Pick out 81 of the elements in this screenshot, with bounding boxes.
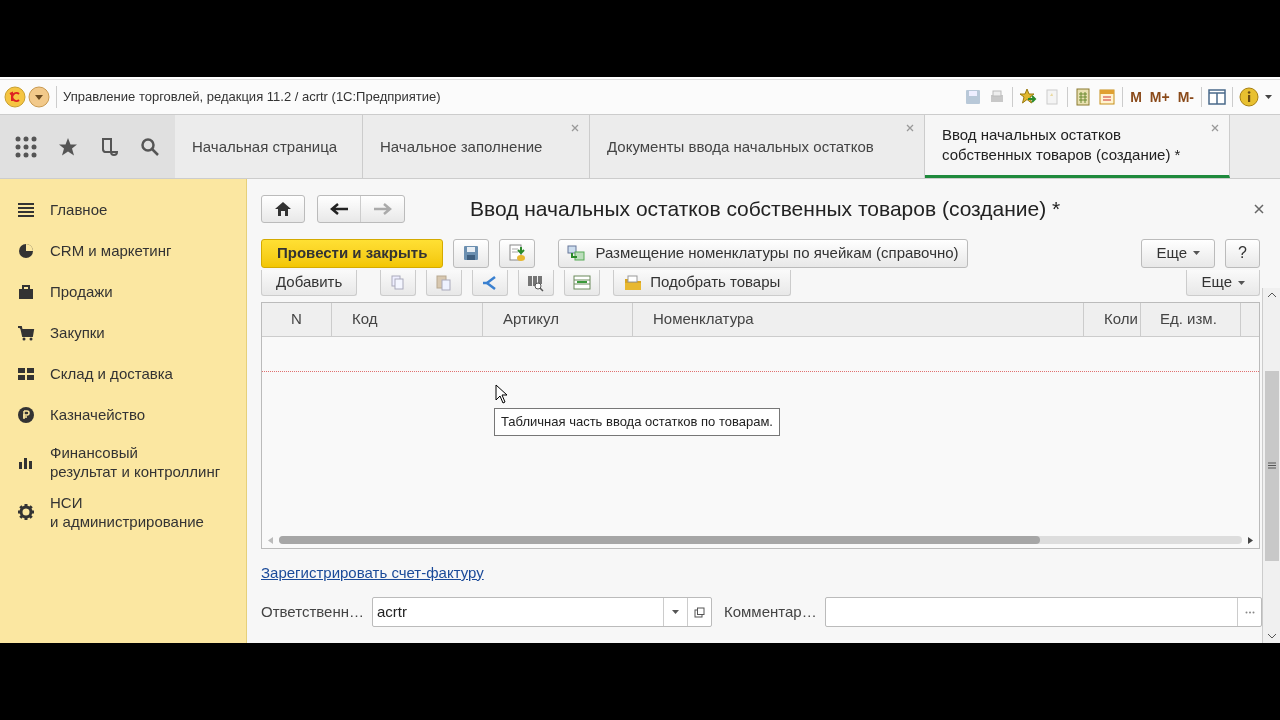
sidebar-item[interactable]: НСИ и администрирование — [50, 493, 204, 531]
ellipsis-icon[interactable] — [1244, 610, 1255, 614]
save-button[interactable] — [453, 238, 490, 268]
comment-field[interactable] — [824, 597, 1262, 627]
column-header[interactable]: N — [262, 303, 332, 336]
vertical-scrollbar[interactable] — [1262, 288, 1280, 643]
app-title: Управление торговлей, редакция 11.2 / acrtr (1С:Предприятие) — [63, 88, 441, 107]
register-invoice-link[interactable]: Зарегистрировать счет-фактуру — [261, 561, 484, 585]
mouse-cursor-icon — [495, 384, 508, 404]
tab[interactable]: Начальное заполнение — [363, 115, 590, 178]
sidebar-item[interactable]: Продажи — [50, 282, 113, 301]
memory-button[interactable]: M- — [1176, 86, 1195, 108]
close-icon[interactable] — [1254, 203, 1264, 214]
pie-chart-icon — [17, 241, 35, 260]
caret-icon[interactable] — [1265, 95, 1272, 99]
document-arrow-icon — [508, 244, 527, 262]
search-icon[interactable] — [140, 136, 161, 157]
calculator-icon[interactable] — [1074, 88, 1093, 106]
calendar-icon[interactable] — [1098, 88, 1117, 106]
tooltip: Табличная часть ввода остатков по товарам. — [494, 408, 780, 436]
coin-icon — [17, 405, 35, 424]
home-icon — [275, 201, 291, 216]
grip-icon[interactable] — [1267, 462, 1276, 469]
bag-icon — [17, 282, 35, 301]
memory-button[interactable]: M — [1129, 86, 1143, 108]
more-dropdown-button[interactable]: Еще — [1141, 238, 1215, 268]
history-icon[interactable] — [99, 136, 120, 157]
panel-layout-icon[interactable] — [1208, 88, 1226, 106]
table-fill-icon — [573, 273, 592, 292]
column-header[interactable]: Ед. изм. — [1141, 303, 1241, 336]
table-more-button[interactable]: Еще — [1186, 270, 1260, 296]
toolbar-button[interactable] — [564, 270, 601, 296]
field-label: Комментар… — [723, 601, 817, 622]
column-header[interactable]: Коли — [1084, 303, 1141, 336]
form-title: Ввод начальных остатков собственных товаров (создание) * — [470, 195, 1061, 222]
post-and-close-button[interactable]: Провести и закрыть — [261, 238, 444, 268]
close-icon[interactable] — [571, 124, 579, 132]
barcode-search-icon — [527, 273, 546, 292]
caret-icon — [1238, 280, 1245, 285]
star-icon[interactable] — [57, 136, 78, 157]
close-icon[interactable] — [906, 124, 914, 132]
close-icon[interactable] — [1211, 124, 1219, 132]
field-label: Ответственн… — [261, 601, 364, 622]
sidebar-item[interactable]: CRM и маркетинг — [50, 241, 172, 260]
help-button[interactable]: ? — [1225, 238, 1260, 268]
column-header[interactable]: Код — [332, 303, 483, 336]
folder-icon — [624, 274, 643, 291]
caret-icon — [1193, 251, 1200, 255]
dropdown-icon[interactable] — [28, 86, 50, 108]
tab[interactable]: Начальная страница — [175, 115, 363, 178]
caret-icon[interactable] — [671, 610, 679, 614]
scroll-right-icon[interactable] — [1248, 536, 1253, 544]
cart-icon — [17, 323, 35, 342]
responsible-select[interactable]: acrtr — [371, 597, 712, 627]
tab[interactable]: Ввод начальных остатков собственных товаров (создание) * — [925, 115, 1230, 178]
star-arrow-icon[interactable] — [1019, 88, 1038, 106]
placement-button[interactable]: Размещение номенклатуры по ячейкам (справочно) — [558, 238, 968, 268]
sidebar-item[interactable]: Склад и доставка — [50, 364, 173, 383]
back-arrow-icon — [330, 202, 348, 215]
sidebar-item[interactable]: Казначейство — [50, 405, 146, 424]
toolbar-button[interactable] — [518, 270, 555, 296]
toolbar-button[interactable] — [472, 270, 509, 296]
info-icon[interactable] — [1239, 87, 1259, 107]
menu-icon — [17, 200, 35, 219]
sidebar-item[interactable]: Главное — [50, 200, 108, 219]
cells-arrow-icon — [567, 244, 588, 262]
post-button[interactable] — [499, 238, 536, 268]
sidebar-item[interactable]: Закупки — [50, 323, 105, 342]
forward-arrow-icon — [373, 202, 392, 215]
open-window-icon[interactable] — [693, 606, 705, 618]
add-button[interactable]: Добавить — [261, 270, 358, 296]
memory-button[interactable]: M+ — [1148, 86, 1171, 108]
apps-grid-icon[interactable] — [14, 135, 37, 158]
home-button[interactable] — [261, 194, 305, 223]
sidebar-item[interactable]: Финансовый результат и контроллинг — [50, 443, 221, 481]
column-header[interactable]: Номенклатура — [633, 303, 1084, 336]
column-header[interactable]: Артикул — [483, 303, 633, 336]
pick-goods-button[interactable]: Подобрать товары — [613, 270, 792, 296]
paste-icon — [435, 273, 454, 292]
gear-icon — [17, 503, 35, 521]
logo-icon[interactable] — [4, 86, 26, 108]
